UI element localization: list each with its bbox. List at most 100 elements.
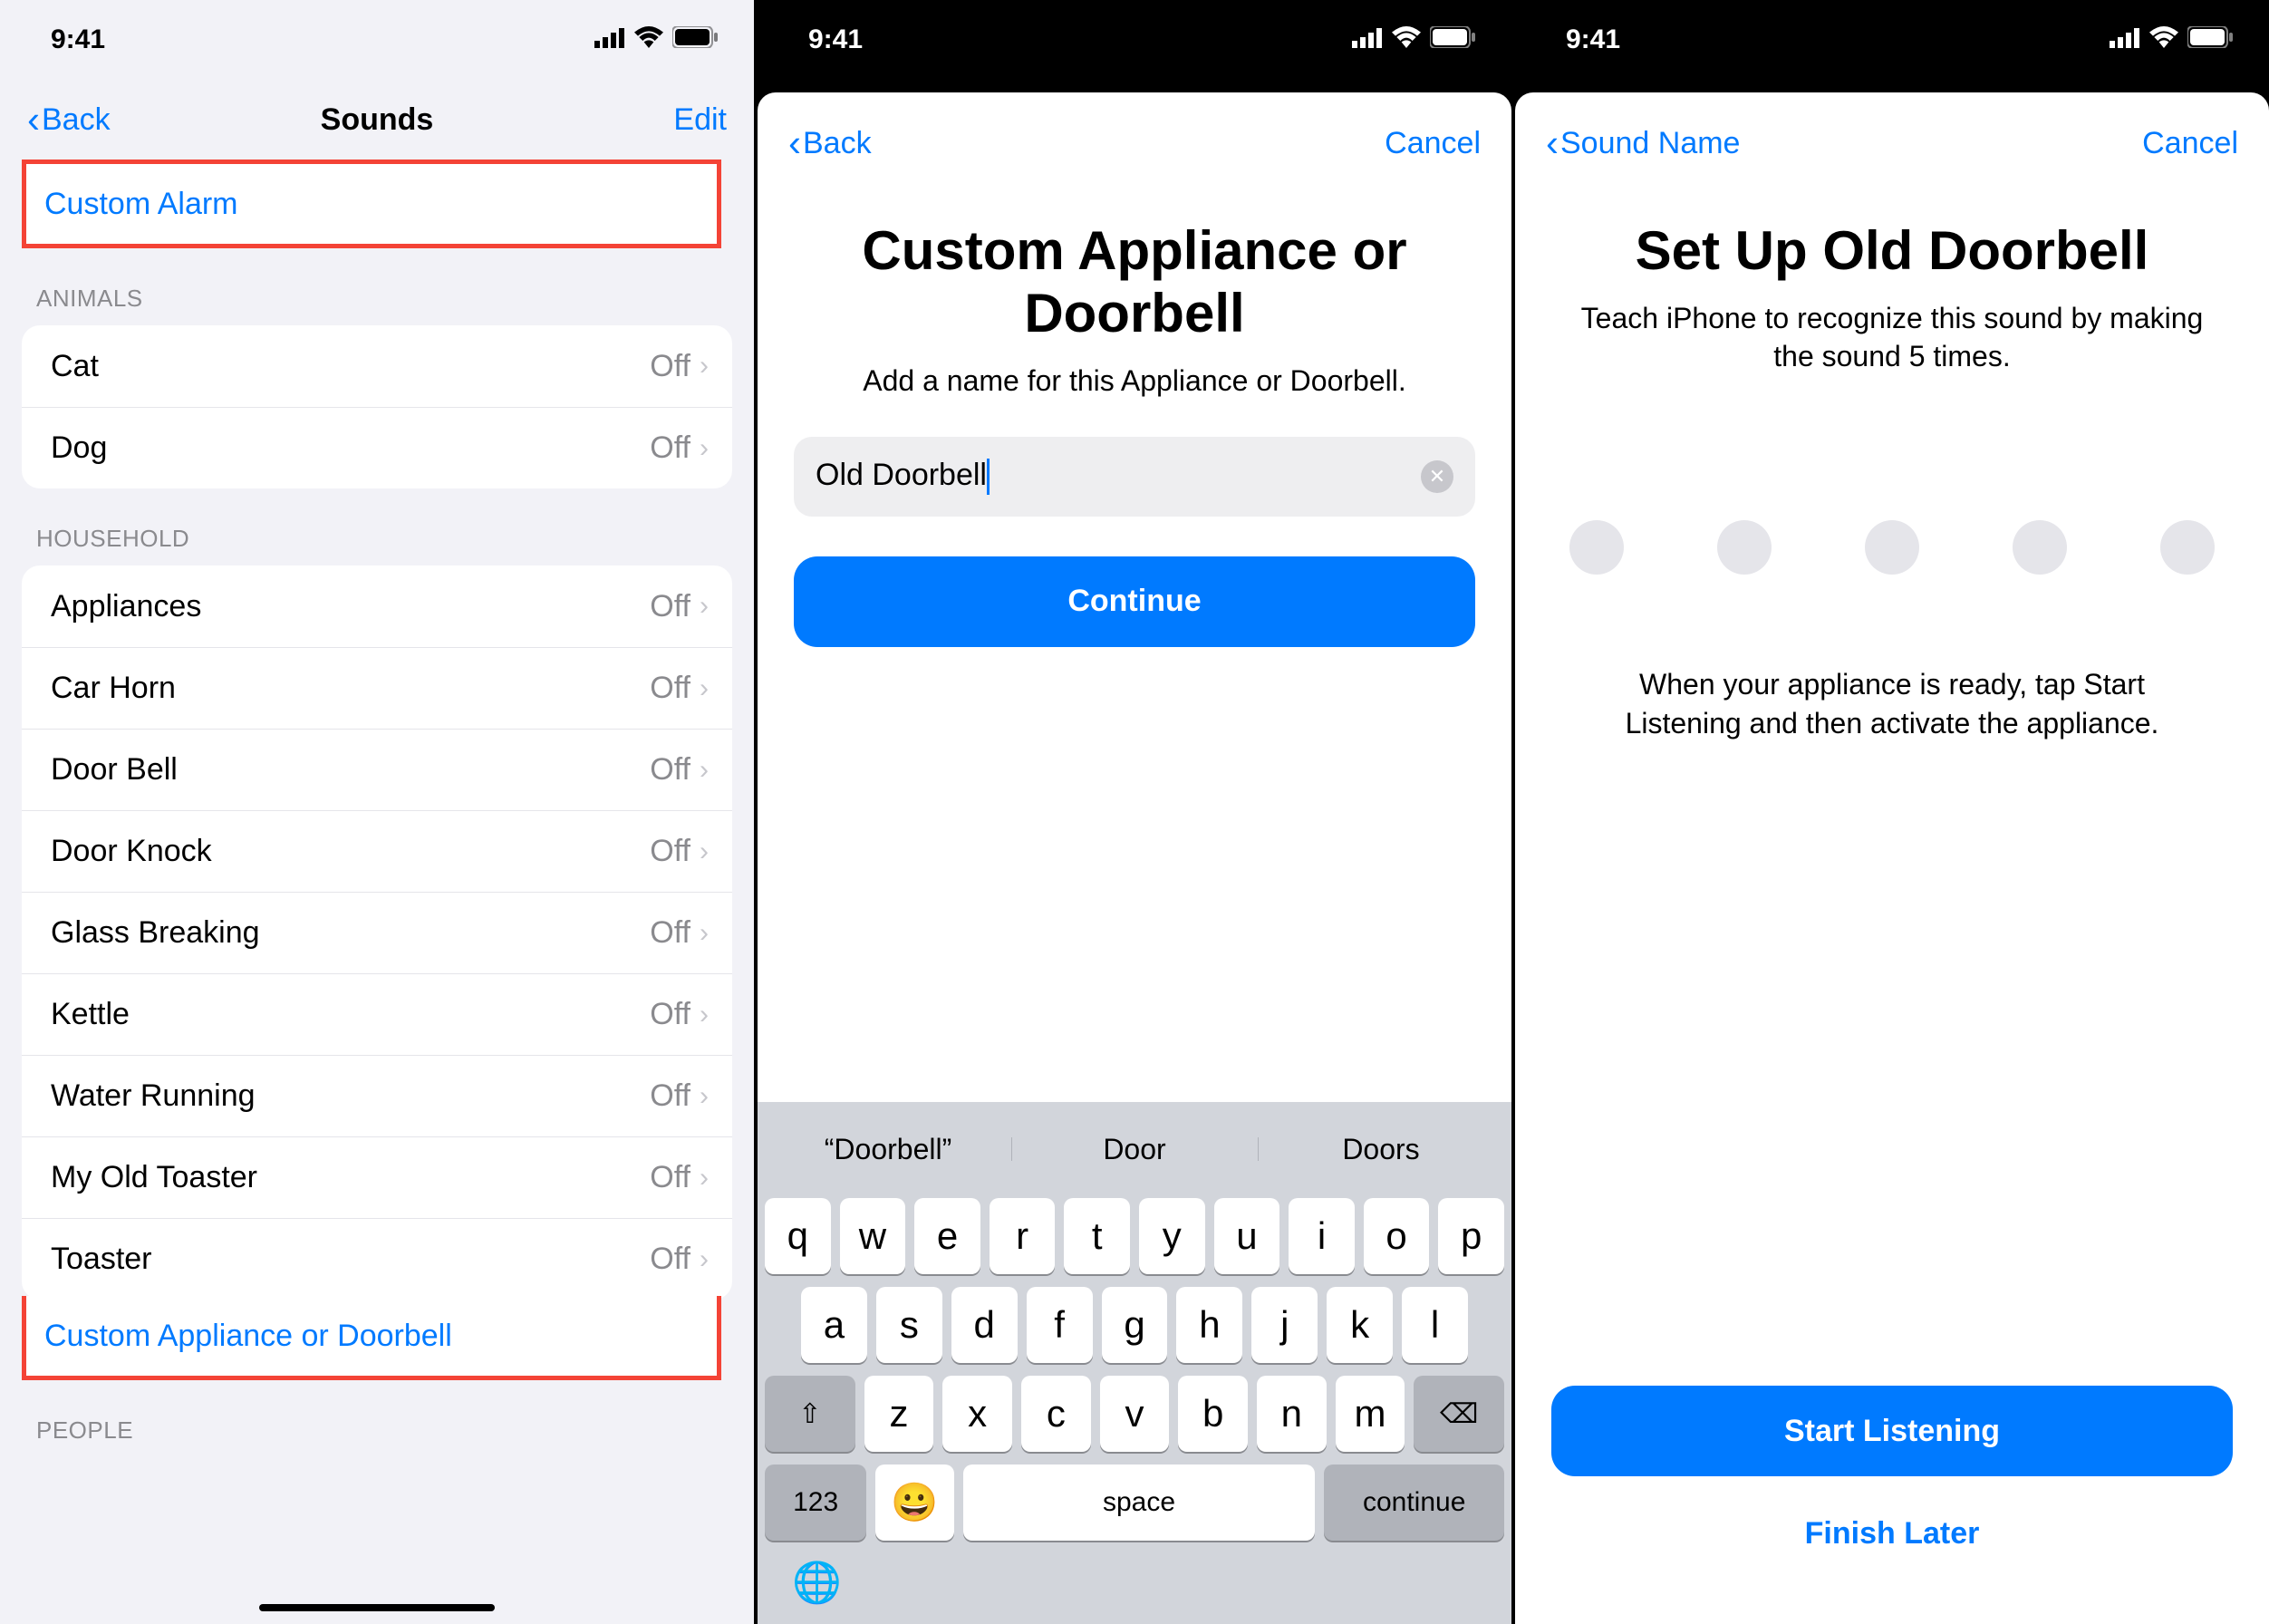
- list-row[interactable]: Water RunningOff›: [22, 1055, 732, 1136]
- row-state: Off: [650, 752, 690, 788]
- key-i[interactable]: i: [1289, 1198, 1355, 1274]
- finish-later-button[interactable]: Finish Later: [1515, 1516, 2269, 1552]
- instruction-text: When your appliance is ready, tap Start …: [1515, 665, 2269, 743]
- row-label: Toaster: [51, 1242, 152, 1277]
- row-state: Off: [650, 1078, 690, 1114]
- progress-dot: [2160, 520, 2215, 575]
- home-indicator[interactable]: [259, 1604, 495, 1611]
- key-l[interactable]: l: [1402, 1287, 1468, 1363]
- custom-alarm-row[interactable]: Custom Alarm: [22, 160, 721, 248]
- nav-back-button[interactable]: ‹ Sound Name: [1546, 121, 1740, 165]
- nav-title: Sounds: [321, 102, 434, 138]
- key-numbers[interactable]: 123: [765, 1464, 866, 1541]
- emoji-icon: 😀: [891, 1481, 938, 1525]
- globe-icon[interactable]: 🌐: [792, 1561, 842, 1605]
- progress-dot: [1569, 520, 1624, 575]
- sounds-settings-screen: 9:41 ‹ Back Sounds Edit Custom Alarm ANI…: [0, 0, 754, 1624]
- nav-edit-button[interactable]: Edit: [673, 102, 727, 138]
- wifi-icon: [1392, 24, 1421, 55]
- suggestion[interactable]: “Doorbell”: [765, 1133, 1011, 1166]
- nav-back-label: Back: [803, 126, 872, 161]
- list-row[interactable]: KettleOff›: [22, 973, 732, 1055]
- key-p[interactable]: p: [1438, 1198, 1504, 1274]
- nav-back-button[interactable]: ‹ Back: [27, 98, 111, 141]
- key-e[interactable]: e: [914, 1198, 980, 1274]
- start-listening-button[interactable]: Start Listening: [1551, 1386, 2233, 1476]
- key-n[interactable]: n: [1257, 1376, 1327, 1452]
- list-row[interactable]: Dog Off›: [22, 407, 732, 488]
- suggestion[interactable]: Door: [1011, 1133, 1258, 1166]
- delete-icon: ⌫: [1440, 1398, 1478, 1430]
- key-delete[interactable]: ⌫: [1414, 1376, 1504, 1452]
- key-shift[interactable]: ⇧: [765, 1376, 855, 1452]
- suggestion[interactable]: Doors: [1258, 1133, 1504, 1166]
- key-u[interactable]: u: [1214, 1198, 1280, 1274]
- custom-appliance-label: Custom Appliance or Doorbell: [44, 1319, 452, 1354]
- chevron-right-icon: ›: [700, 433, 709, 464]
- key-t[interactable]: t: [1064, 1198, 1130, 1274]
- list-row[interactable]: Glass BreakingOff›: [22, 892, 732, 973]
- row-label: Cat: [51, 349, 99, 384]
- key-q[interactable]: q: [765, 1198, 831, 1274]
- row-state: Off: [650, 671, 690, 706]
- signal-icon: [594, 24, 625, 55]
- key-w[interactable]: w: [840, 1198, 906, 1274]
- nav-back-button[interactable]: ‹ Back: [788, 121, 872, 165]
- name-input-value: Old Doorbell: [816, 458, 1421, 495]
- name-input[interactable]: Old Doorbell ✕: [794, 437, 1475, 517]
- key-d[interactable]: d: [951, 1287, 1018, 1363]
- row-label: Appliances: [51, 589, 201, 624]
- key-b[interactable]: b: [1178, 1376, 1248, 1452]
- keyboard: “Doorbell” Door Doors q w e r t y u i o …: [758, 1102, 1511, 1624]
- list-row[interactable]: ToasterOff›: [22, 1218, 732, 1300]
- nav-back-label: Sound Name: [1560, 126, 1740, 161]
- status-time: 9:41: [51, 24, 105, 55]
- key-m[interactable]: m: [1336, 1376, 1405, 1452]
- row-state: Off: [650, 1242, 690, 1277]
- key-space[interactable]: space: [963, 1464, 1316, 1541]
- chevron-left-icon: ‹: [788, 121, 801, 165]
- nav-cancel-button[interactable]: Cancel: [2142, 126, 2238, 161]
- battery-icon: [1430, 24, 1475, 55]
- row-label: Car Horn: [51, 671, 176, 706]
- animals-list: Cat Off› Dog Off›: [22, 325, 732, 488]
- key-continue[interactable]: continue: [1324, 1464, 1504, 1541]
- list-row[interactable]: Door KnockOff›: [22, 810, 732, 892]
- row-state: Off: [650, 915, 690, 951]
- key-emoji[interactable]: 😀: [875, 1464, 953, 1541]
- custom-alarm-label: Custom Alarm: [44, 187, 238, 222]
- page-subtitle: Teach iPhone to recognize this sound by …: [1515, 300, 2269, 411]
- list-row[interactable]: My Old ToasterOff›: [22, 1136, 732, 1218]
- key-r[interactable]: r: [990, 1198, 1056, 1274]
- clear-input-button[interactable]: ✕: [1421, 460, 1453, 493]
- custom-appliance-row[interactable]: Custom Appliance or Doorbell: [22, 1296, 721, 1380]
- key-a[interactable]: a: [801, 1287, 867, 1363]
- key-j[interactable]: j: [1251, 1287, 1318, 1363]
- row-state: Off: [650, 430, 690, 466]
- chevron-left-icon: ‹: [27, 98, 40, 141]
- key-y[interactable]: y: [1139, 1198, 1205, 1274]
- nav-cancel-button[interactable]: Cancel: [1385, 126, 1481, 161]
- list-row[interactable]: Door BellOff›: [22, 729, 732, 810]
- key-f[interactable]: f: [1027, 1287, 1093, 1363]
- key-v[interactable]: v: [1100, 1376, 1170, 1452]
- continue-button[interactable]: Continue: [794, 556, 1475, 647]
- key-g[interactable]: g: [1102, 1287, 1168, 1363]
- key-c[interactable]: c: [1021, 1376, 1091, 1452]
- custom-appliance-name-screen: 9:41 ‹ Back Cancel Custom Appliance or D…: [758, 0, 1511, 1624]
- chevron-right-icon: ›: [700, 591, 709, 622]
- list-row[interactable]: AppliancesOff›: [22, 566, 732, 647]
- list-row[interactable]: Cat Off›: [22, 325, 732, 407]
- list-row[interactable]: Car HornOff›: [22, 647, 732, 729]
- key-s[interactable]: s: [876, 1287, 942, 1363]
- key-z[interactable]: z: [864, 1376, 934, 1452]
- key-x[interactable]: x: [942, 1376, 1012, 1452]
- status-icons: [1352, 24, 1475, 55]
- row-state: Off: [650, 1160, 690, 1195]
- key-k[interactable]: k: [1327, 1287, 1393, 1363]
- row-label: Kettle: [51, 997, 130, 1032]
- key-o[interactable]: o: [1364, 1198, 1430, 1274]
- nav-bar: ‹ Sound Name Cancel: [1515, 103, 2269, 183]
- progress-dot: [1865, 520, 1919, 575]
- key-h[interactable]: h: [1176, 1287, 1242, 1363]
